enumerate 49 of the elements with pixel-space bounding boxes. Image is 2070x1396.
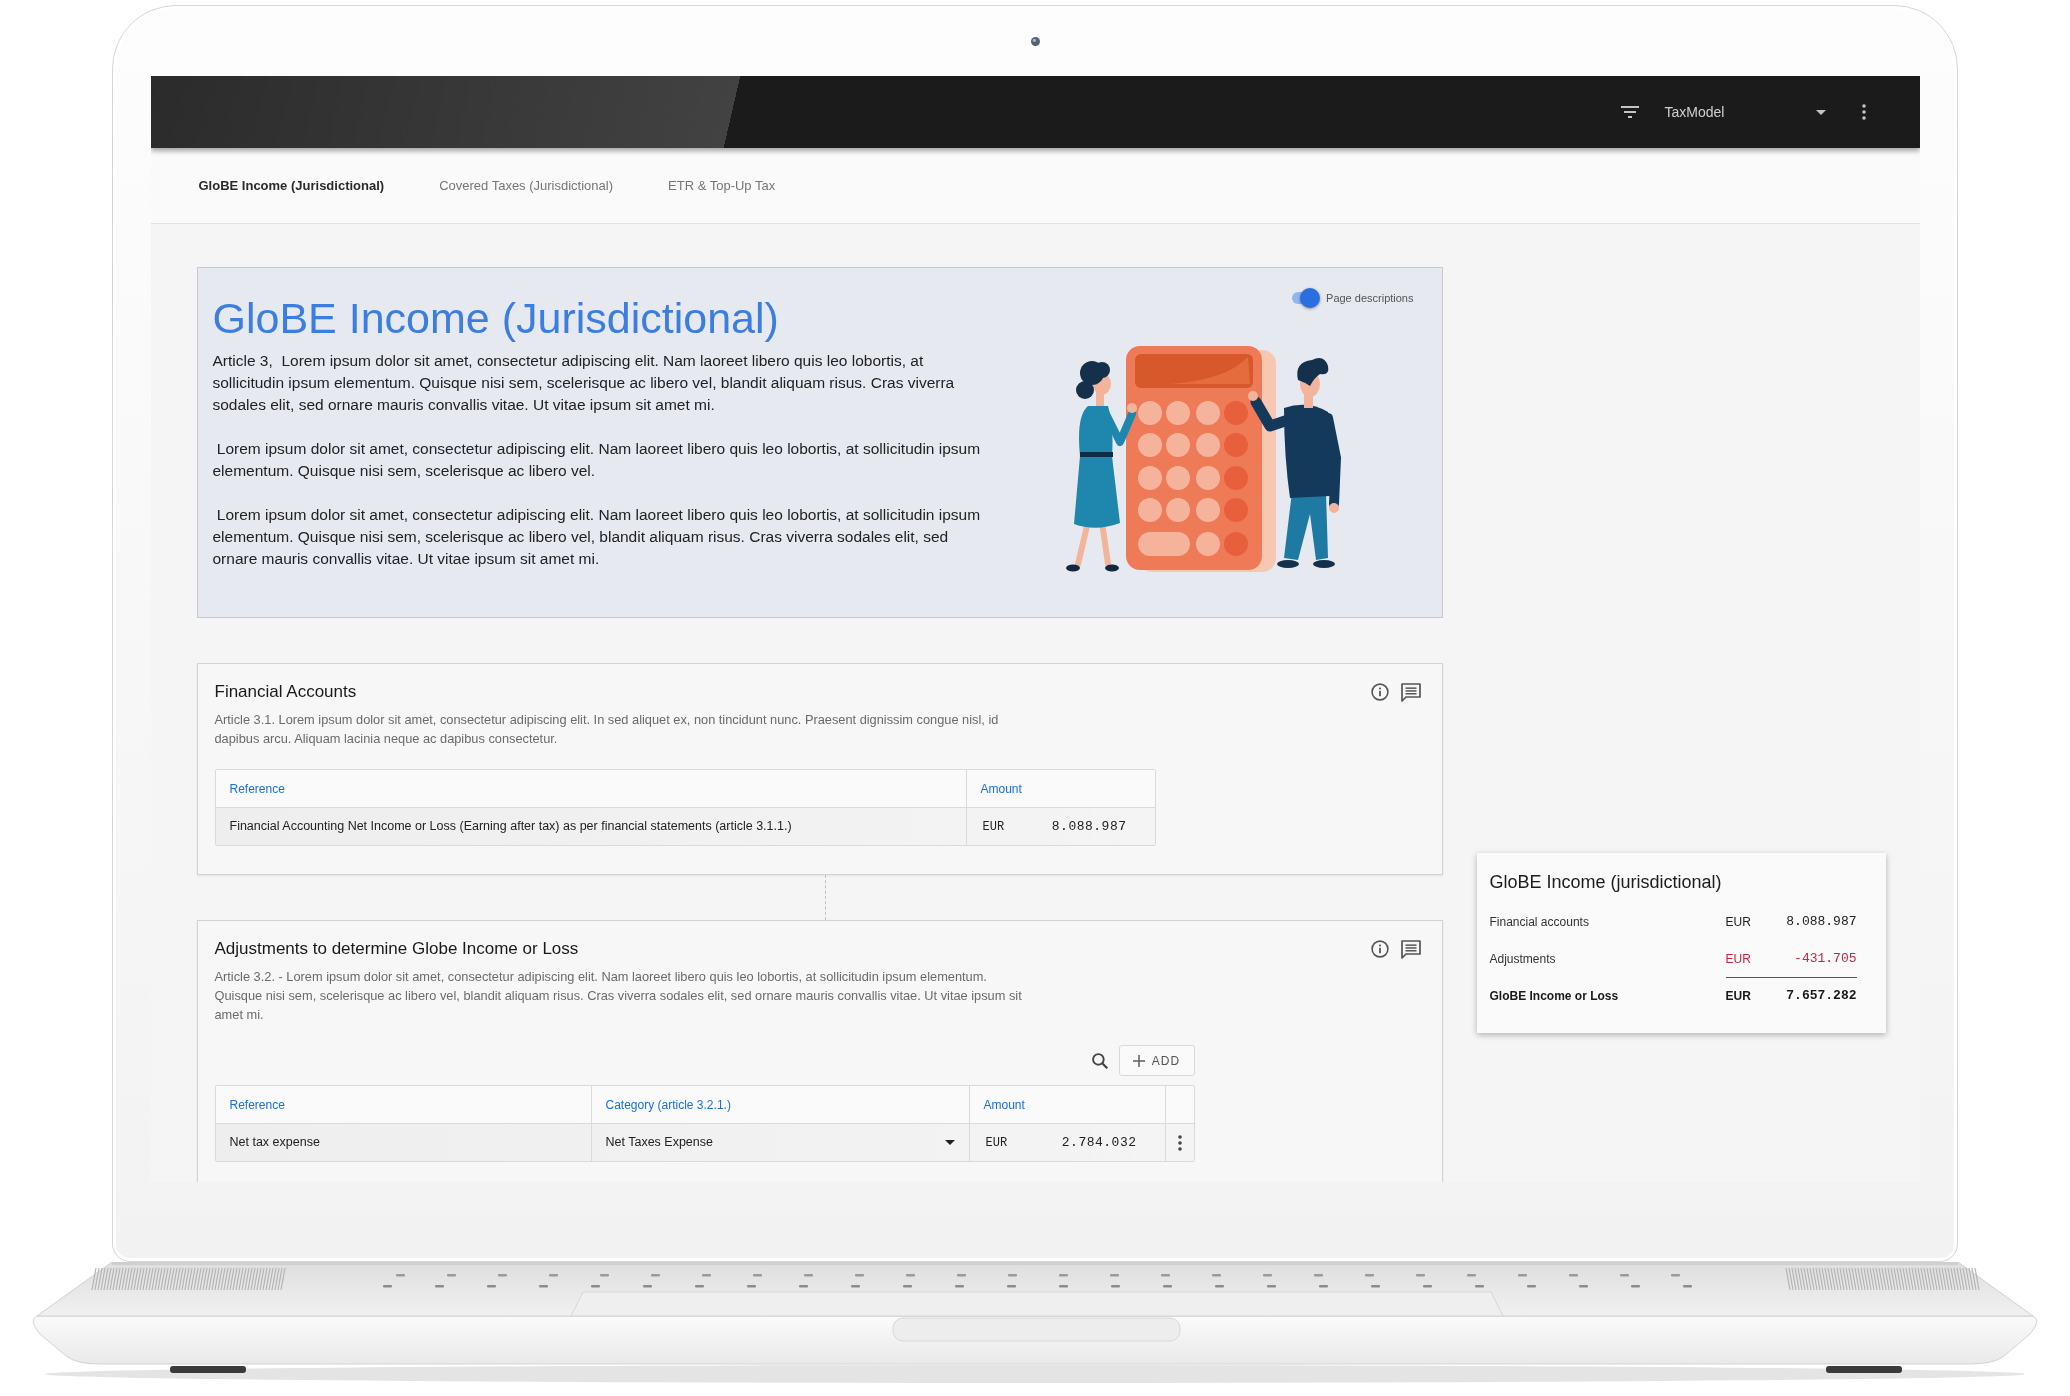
section-description: Article 3.1. Lorem ipsum dolor sit amet, consectetur adipiscing elit. In sed aliquet ex, non tincidunt nunc. Praesent dignissim congue nisl, id dapibus arcu. Aliquam lacinia neque ac dapibus consectetur. (214, 711, 1000, 748)
currency-code: EUR (985, 1134, 1008, 1152)
summary-label: GloBE Income or Loss (1489, 987, 1620, 1005)
model-select[interactable]: TaxModel (1664, 101, 1826, 123)
currency-code: EUR (1725, 988, 1751, 1005)
column-header: Amount (969, 1086, 1166, 1123)
category-select[interactable]: Net Taxes Expense (591, 1124, 970, 1161)
section-title: Financial Accounts (214, 681, 357, 703)
amount-value: 8.088.987 (1051, 817, 1127, 836)
camera-icon (1030, 36, 1040, 46)
more-options-icon[interactable] (1861, 104, 1866, 120)
column-header: Reference (215, 770, 967, 807)
column-header: Category (article 3.2.1.) (591, 1086, 970, 1123)
comment-icon[interactable] (1400, 682, 1421, 702)
section-description: Article 3.2. - Lorem ipsum dolor sit amet, consectetur adipiscing elit. Nam laoreet libero quis leo lobortis, at sollicitudin ipsum elementum. Quisque nisi sem, scelerisque ac libero vel, blandit aliquam risus. Cras viverra sodales elit, sed ornare mauris convallis vitae. Ut vitae ipsum sit amet mi. (214, 968, 1023, 1024)
table-cell: Net tax expense (215, 1124, 592, 1161)
amount-value: 7.657.282 (1786, 987, 1857, 1006)
page-title: GloBE Income (Jurisdictional) (212, 293, 780, 344)
currency-code: EUR (982, 818, 1005, 836)
description-paragraph: Lorem ipsum dolor sit amet, consectetur adipiscing elit. Nam laoreet libero quis leo lobortis, at sollicitudin ipsum elementum. Quisque nisi sem, scelerisque ac libero vel, blandit aliquam risus. Cras viverra sodales elit, sed ornare mauris convallis vitae. Ut vitae ipsum sit amet mi. (212, 505, 982, 569)
table-cell: Financial Accounting Net Income or Loss (Earning after tax) as per financial statements (article 3.1.1.) (215, 808, 967, 845)
caret-icon (1815, 109, 1826, 115)
add-button[interactable]: ADD (1118, 1045, 1195, 1076)
comment-icon[interactable] (1400, 939, 1421, 959)
more-options-icon[interactable] (1177, 1134, 1182, 1151)
tab[interactable]: Covered Taxes (Jurisdictional) (439, 175, 614, 196)
toggle-switch[interactable] (1290, 288, 1321, 308)
column-header: Amount (979, 780, 1023, 798)
description-paragraph: Lorem ipsum dolor sit amet, consectetur adipiscing elit. Nam laoreet libero quis leo lobortis, at sollicitudin ipsum elementum. Quisque nisi sem, scelerisque ac libero vel. (212, 439, 982, 481)
section-title: Adjustments to determine Globe Income or Loss (214, 938, 579, 960)
amount-value: -431.705 (1794, 949, 1857, 968)
toggle-label: Page descriptions (1326, 290, 1414, 306)
filter-icon[interactable] (1620, 106, 1639, 118)
summary-label: Financial accounts (1489, 913, 1590, 931)
amount-value: 2.784.032 (1061, 1133, 1137, 1152)
tab[interactable]: ETR & Top-Up Tax (668, 175, 776, 196)
summary-title: GloBE Income (jurisdictional) (1489, 871, 1723, 894)
summary-label: Adjustments (1489, 950, 1557, 968)
description-paragraph: Article 3, Lorem ipsum dolor sit amet, consectetur adipiscing elit. Nam laoreet libero quis leo lobortis, at sollicitudin ipsum elementum. Quisque nisi sem, scelerisque ac libero vel, blandit aliquam risus. Cras viverra sodales elit, sed ornare mauris convallis vitae. Ut vitae ipsum sit amet mi. (212, 351, 956, 415)
tab[interactable]: GloBE Income (Jurisdictional) (198, 175, 385, 196)
currency-code: EUR (1725, 913, 1751, 931)
info-icon[interactable] (1370, 683, 1389, 701)
search-icon[interactable] (1091, 1052, 1108, 1069)
plus-icon (1132, 1054, 1145, 1067)
info-icon[interactable] (1370, 940, 1389, 958)
caret-icon (944, 1140, 955, 1145)
currency-code: EUR (1725, 950, 1751, 968)
amount-value: 8.088.987 (1786, 912, 1857, 931)
column-header: Reference (215, 1086, 592, 1123)
